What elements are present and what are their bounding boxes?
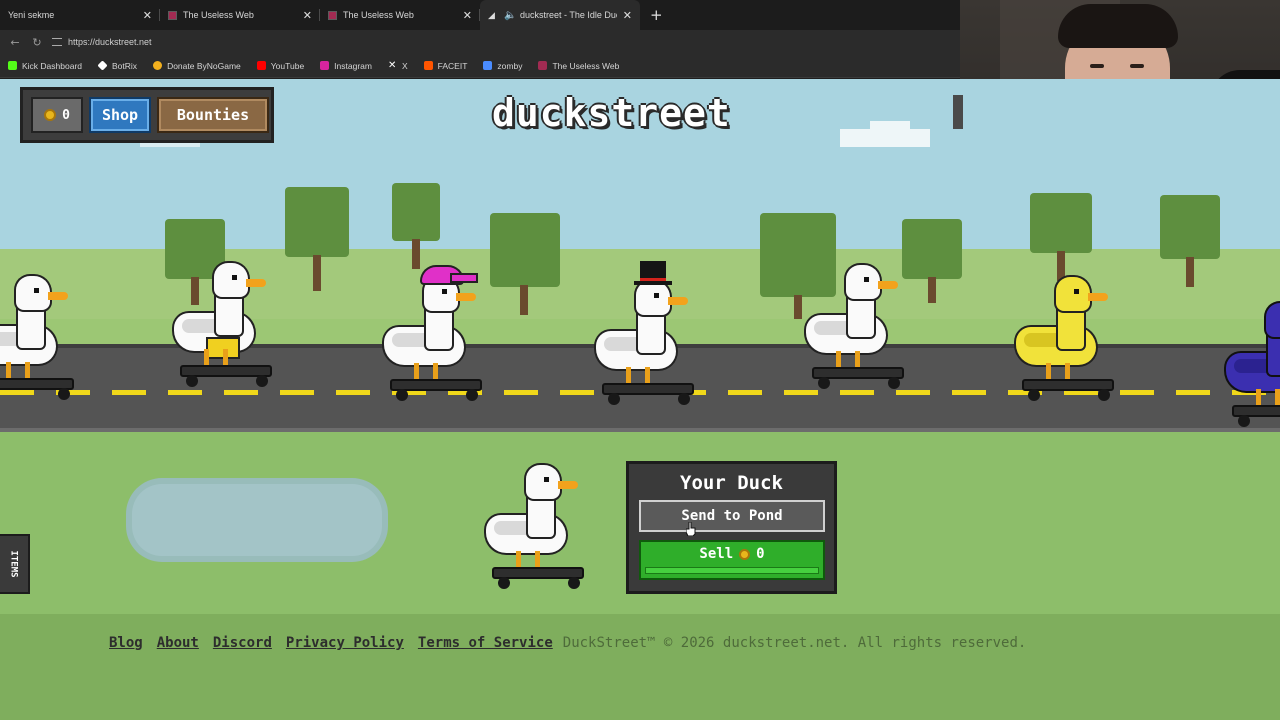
tab-useless-web-2[interactable]: The Useless Web ✕ [320,0,480,30]
tab-duckstreet[interactable]: ◢ 🔈 duckstreet - The Idle Duck Co ✕ [480,0,640,30]
bookmark-faceit[interactable]: FACEIT [423,60,468,71]
skating-duck[interactable] [800,263,910,403]
items-tab[interactable]: ITEMS [0,534,30,594]
tab-title: The Useless Web [343,10,414,20]
bookmark-label: Instagram [334,60,372,71]
tab-new[interactable]: Yeni sekme ✕ [0,0,160,30]
bookmark-instagram[interactable]: Instagram [320,61,372,71]
sell-label: Sell [699,546,734,562]
skating-duck-blue[interactable] [1220,301,1280,441]
zomby-icon [483,61,493,70]
your-duck[interactable] [480,463,590,603]
url-text: https://duckstreet.net [68,37,152,47]
bookmark-botrix[interactable]: BotRix [97,60,138,71]
instagram-icon [320,61,330,70]
skating-duck[interactable] [590,261,700,419]
skating-duck[interactable] [168,261,278,401]
new-tab-icon[interactable]: + [650,6,663,24]
bookmark-label: YouTube [270,60,305,71]
tab-useless-web-1[interactable]: The Useless Web ✕ [160,0,320,30]
sell-progress-bar [645,567,819,574]
hand-cursor-icon [686,522,696,536]
tab-title: duckstreet - The Idle Duck Co [520,10,617,20]
bookmark-uselessweb[interactable]: The Useless Web [538,61,619,71]
kick-icon [8,61,17,70]
bookmark-youtube[interactable]: YouTube [256,60,305,71]
footer-link-privacy[interactable]: Privacy Policy [286,635,404,651]
footer: Blog About Discord Privacy Policy Terms … [109,635,1026,651]
tab-bar: Yeni sekme ✕ The Useless Web ✕ The Usele… [0,0,960,30]
webcam-hair [1058,4,1178,48]
bookmark-label: BotRix [112,60,138,71]
bookmarks-bar: Kick Dashboard BotRix Donate ByNoGame Yo… [0,54,960,78]
bookmark-x[interactable]: ✕ X [388,61,408,71]
footer-link-blog[interactable]: Blog [109,635,143,651]
skating-duck-yellow[interactable] [1010,275,1120,415]
bynogame-icon [153,61,163,70]
game-logo: duckstreet [492,91,731,135]
skating-duck[interactable] [0,274,80,414]
tab-title: The Useless Web [183,10,254,20]
x-icon: ✕ [387,60,397,71]
pond[interactable] [132,484,382,556]
top-right-panel-edge [953,95,963,129]
skating-duck[interactable] [378,267,488,415]
coin-count: 0 [62,107,70,123]
back-icon[interactable]: ← [8,36,22,49]
footer-link-terms[interactable]: Terms of Service [418,635,553,651]
speaker-icon[interactable]: 🔈 [504,10,516,21]
reload-icon[interactable]: ↻ [30,36,44,49]
bookmark-label: Kick Dashboard [22,60,83,71]
url-field[interactable]: https://duckstreet.net [52,33,952,51]
bookmark-zomby[interactable]: zomby [483,61,522,71]
footer-link-discord[interactable]: Discord [213,635,272,651]
bookmark-label: The Useless Web [552,60,620,71]
bounties-button[interactable]: Bounties [157,97,269,133]
panel-title: Your Duck [680,472,783,494]
close-icon[interactable]: ✕ [463,9,472,22]
footer-link-about[interactable]: About [157,635,199,651]
uselessweb-icon [168,10,177,20]
uselessweb-icon [538,61,548,70]
tab-title: Yeni sekme [8,10,55,20]
close-icon[interactable]: ✕ [303,9,312,22]
sell-label-row: Sell 0 [641,546,823,562]
address-bar: ← ↻ https://duckstreet.net [0,30,960,54]
copyright-text: DuckStreet™ © 2026 duckstreet.net. All r… [562,635,1027,651]
sell-value: 0 [756,546,765,562]
bookmark-label: Donate ByNoGame [167,60,241,71]
grass-footer-band [0,614,1280,720]
bookmark-kick[interactable]: Kick Dashboard [8,61,82,71]
close-icon[interactable]: ✕ [623,9,632,22]
webcam-eye [1090,64,1104,68]
game-viewport[interactable]: 0 Shop Bounties duckstreet Your Duck Sen… [0,79,1280,720]
close-icon[interactable]: ✕ [143,9,152,22]
cloud [870,121,910,133]
your-duck-panel: Your Duck Send to Pond Sell 0 [626,461,837,594]
botrix-icon [97,60,108,71]
items-label: ITEMS [9,550,19,578]
shop-button[interactable]: Shop [89,97,151,133]
webcam-eye [1130,64,1144,68]
duck-favicon-icon: ◢ [488,10,495,20]
faceit-icon [423,61,433,70]
coin-icon [44,109,57,121]
hud-bar: 0 Shop Bounties [20,87,274,143]
duck-cap [422,267,476,283]
site-settings-icon[interactable] [52,38,62,46]
coin-icon [739,548,751,560]
bookmark-label: zomby [497,60,523,71]
sell-button[interactable]: Sell 0 [639,540,825,580]
send-to-pond-button[interactable]: Send to Pond [639,500,825,532]
duck-top-hat [634,261,672,285]
bookmark-label: FACEIT [437,60,468,71]
coin-counter: 0 [31,97,83,133]
uselessweb-icon [328,10,337,20]
youtube-icon [256,61,266,70]
bookmark-label: X [401,60,408,71]
bookmark-bynogame[interactable]: Donate ByNoGame [153,61,241,71]
